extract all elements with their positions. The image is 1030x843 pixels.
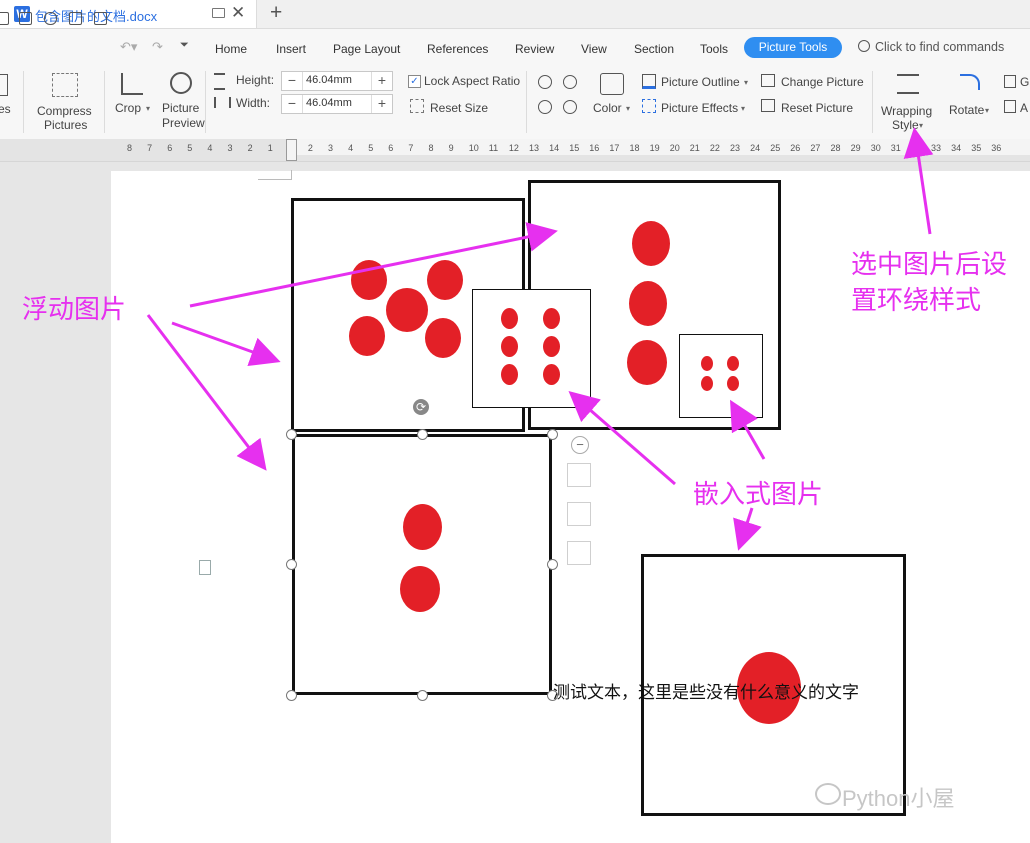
annotation-arrow [903,127,934,235]
wechat-icon [815,783,841,805]
annotation-arrow [189,222,558,308]
annotation-arrow [146,314,267,471]
annotation-arrows [146,127,934,551]
annotation-arrow [171,321,281,367]
wrap-hint-annotation-2: 置环绕样式 [851,286,982,316]
annotation-arrow [568,391,676,486]
inline-picture-annotation: 嵌入式图片 [693,480,824,510]
floating-picture-annotation: 浮动图片 [22,295,127,325]
annotation-arrow [730,399,766,460]
wrap-hint-annotation: 选中图片后设 [851,250,1008,280]
annotation-arrow [733,507,762,551]
watermark: Python小屋 [842,786,955,811]
